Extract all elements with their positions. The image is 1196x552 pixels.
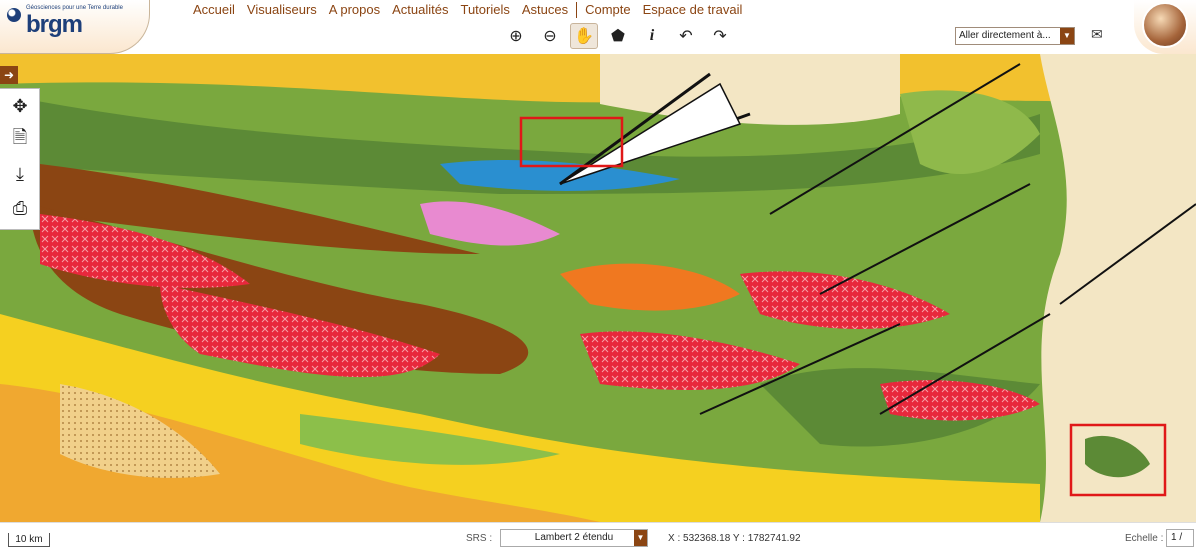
- chevron-down-icon: ▼: [1060, 28, 1074, 44]
- nav-separator: [576, 2, 578, 18]
- map-canvas: [0, 54, 1196, 522]
- print-icon[interactable]: ⎙: [0, 191, 40, 225]
- side-toolbar: ✥ 🗎 ⤓ ⎙: [0, 88, 40, 230]
- nav-accueil[interactable]: Accueil: [187, 2, 241, 18]
- nav-tutoriels[interactable]: Tutoriels: [454, 2, 515, 18]
- nav-a-propos[interactable]: A propos: [323, 2, 386, 18]
- status-bar: 10 km SRS : Lambert 2 étendu ▼ X : 53236…: [0, 522, 1196, 552]
- header-bar: Géosciences pour une Terre durable brgm …: [0, 0, 1196, 54]
- mail-icon[interactable]: ✉: [1091, 27, 1109, 41]
- zoom-out-icon[interactable]: ⊖: [536, 23, 564, 49]
- echelle-label: Echelle :: [1125, 533, 1164, 544]
- goto-location-select[interactable]: Aller directement à... ▼: [955, 27, 1075, 45]
- goto-select-value: Aller directement à...: [959, 30, 1051, 41]
- srs-label: SRS :: [466, 533, 493, 544]
- pan-hand-icon[interactable]: ✋: [570, 23, 598, 49]
- nav-compte[interactable]: Compte: [579, 2, 637, 18]
- nav-actualites[interactable]: Actualités: [386, 2, 454, 18]
- document-search-icon[interactable]: 🗎: [0, 123, 40, 157]
- geoportal-logo[interactable]: [1134, 0, 1196, 54]
- srs-select-value: Lambert 2 étendu: [534, 532, 614, 543]
- coordinate-readout: X : 532368.18 Y : 1782741.92: [668, 533, 801, 544]
- zoom-in-icon[interactable]: ⊕: [502, 23, 530, 49]
- brgm-logo-icon: [7, 8, 21, 22]
- srs-select[interactable]: Lambert 2 étendu ▼: [500, 529, 648, 547]
- top-navigation: Accueil Visualiseurs A propos Actualités…: [187, 2, 748, 18]
- download-icon[interactable]: ⤓: [0, 157, 40, 191]
- logo-text: brgm: [26, 11, 83, 38]
- geoportal-globe-icon: [1142, 2, 1188, 48]
- redo-icon[interactable]: ↷: [706, 23, 734, 49]
- nav-visualiseurs[interactable]: Visualiseurs: [241, 2, 323, 18]
- move-arrows-icon[interactable]: ✥: [0, 89, 40, 123]
- nav-espace-de-travail[interactable]: Espace de travail: [637, 2, 749, 18]
- nav-astuces[interactable]: Astuces: [516, 2, 574, 18]
- brgm-logo[interactable]: Géosciences pour une Terre durable brgm: [0, 0, 150, 54]
- france-map-icon[interactable]: ⬟: [604, 23, 632, 49]
- info-icon[interactable]: i: [638, 23, 666, 49]
- chevron-down-icon: ▼: [634, 530, 647, 546]
- map-toolbar: ⊕ ⊖ ✋ ⬟ i ↶ ↷: [502, 23, 734, 49]
- geological-map[interactable]: [0, 54, 1196, 522]
- undo-icon[interactable]: ↶: [672, 23, 700, 49]
- echelle-input[interactable]: 1 /: [1166, 529, 1194, 547]
- scale-bar: 10 km: [8, 533, 50, 547]
- side-panel-toggle[interactable]: ➜: [0, 66, 18, 84]
